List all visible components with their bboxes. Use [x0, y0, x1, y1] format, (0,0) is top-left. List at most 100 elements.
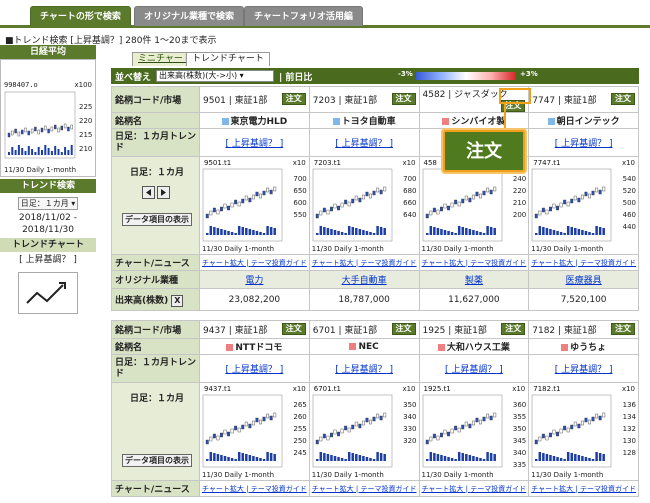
news-links[interactable]: チャート拡大 | テーマ投資ガイド: [199, 254, 310, 271]
trend-link[interactable]: [ 上昇基調？ ]: [199, 354, 310, 383]
order-button[interactable]: 注文: [281, 93, 306, 105]
volume-bar: [545, 454, 549, 461]
trend-link[interactable]: [ 上昇基調？ ]: [199, 128, 310, 157]
news-links[interactable]: チャート拡大 | テーマ投資ガイド: [199, 480, 310, 497]
volume-bar: [17, 145, 20, 155]
tick-label: 700: [293, 175, 307, 183]
news-links[interactable]: チャート拡大 | テーマ投資ガイド: [418, 254, 530, 271]
news-links[interactable]: チャート拡大 | テーマ投資ガイド: [308, 254, 420, 271]
close-icon[interactable]: X: [171, 294, 184, 307]
volume-bar: [592, 233, 595, 235]
volume-bar: [241, 453, 244, 461]
tab-original-industry-search[interactable]: オリジナル業種で検索: [134, 6, 245, 26]
candle: [54, 124, 57, 130]
callout-connector: [504, 104, 514, 130]
order-callout[interactable]: 注文: [441, 128, 527, 174]
volume-bar: [315, 233, 319, 235]
volume-bar: [8, 152, 10, 155]
mini-chart[interactable]: 6701.t1 x10 11/30 Daily 1-month 350 340 330 32…: [308, 382, 420, 481]
trend-link[interactable]: [ 上昇基調？ ]: [528, 354, 639, 383]
candle: [212, 433, 216, 439]
order-button[interactable]: 注文: [611, 93, 635, 105]
trend-link[interactable]: [ 上昇基調？ ]: [308, 128, 420, 157]
tick-label: 550: [293, 211, 307, 219]
stock-name[interactable]: NTTドコモ: [199, 338, 310, 355]
prev-arrow-button[interactable]: [142, 186, 155, 199]
volume-bar: [577, 229, 581, 235]
mini-chart[interactable]: 7203.t1 x10 11/30 Daily 1-month 700 680 660 64…: [308, 156, 420, 255]
row-label-code: 銘柄コード/市場: [111, 320, 200, 339]
trend-link[interactable]: [ 上昇基調？ ]: [308, 354, 420, 383]
mini-chart[interactable]: 7747.t1 x10 11/30 Daily 1-month 540 520 500 46…: [528, 156, 639, 255]
mini-chart[interactable]: 1925.t1 x10 11/30 Daily 1-month 360 355 350 34…: [418, 382, 530, 481]
mini-chart[interactable]: 9501.t1 x10 11/30 Daily 1-month 700 650 600 55…: [199, 156, 310, 255]
news-links[interactable]: チャート拡大 | テーマ投資ガイド: [418, 480, 530, 497]
stock-name[interactable]: NEC: [308, 338, 420, 355]
candle: [475, 191, 478, 197]
order-button[interactable]: 注文: [501, 323, 526, 335]
mini-chart[interactable]: 9437.t1 x10 11/30 Daily 1-month 265 260 255 25…: [199, 382, 310, 481]
candle: [443, 203, 446, 209]
candle: [223, 429, 227, 435]
volume-bar: [482, 459, 485, 461]
stock-grid-bottom: 銘柄コード/市場 9437 | 東証1部 注文 6701 | 東証1部 注文 192…: [111, 320, 639, 497]
trend-chart-thumbnail[interactable]: [18, 272, 78, 314]
volume-bar: [266, 226, 269, 235]
volume-bar: [485, 452, 489, 461]
stock-name[interactable]: 朝日インテック: [528, 112, 639, 129]
volume-bar: [322, 453, 326, 461]
tick-label: 650: [293, 187, 307, 195]
order-button[interactable]: 注文: [391, 93, 416, 105]
trend-link[interactable]: [ 上昇基調？ ]: [528, 128, 639, 157]
trend-link[interactable]: [ 上昇基調？ ]: [418, 354, 530, 383]
volume-bar: [337, 457, 340, 461]
industry-link[interactable]: 電力: [199, 270, 310, 289]
tick-label: 660: [403, 199, 417, 207]
tab-chartfolio-guide[interactable]: チャートフォリオ活用編: [244, 6, 363, 26]
period-select[interactable]: 日足：１カ月 ▾: [18, 197, 78, 210]
volume-bar: [560, 232, 563, 235]
stock-name[interactable]: 大和ハウス工業: [418, 338, 530, 355]
candle: [538, 210, 542, 216]
next-arrow-button[interactable]: [157, 186, 170, 199]
news-links[interactable]: チャート拡大 | テーマ投資ガイド: [528, 254, 639, 271]
candle: [237, 427, 241, 433]
tab-chart-shape-search[interactable]: チャートの形で検索: [30, 6, 131, 26]
tick-label: 540: [622, 175, 636, 183]
order-button[interactable]: 注文: [391, 323, 416, 335]
index-title: 日経平均: [0, 45, 96, 59]
news-links[interactable]: チャート拡大 | テーマ投資ガイド: [308, 480, 420, 497]
volume-bar: [584, 457, 588, 461]
volume-bar: [273, 454, 276, 461]
candle: [30, 128, 34, 134]
index-chart[interactable]: 998407.o x100 225 220 215 210 11/30 Daily 1…: [0, 59, 96, 177]
data-items-button[interactable]: データ項目の表示: [122, 213, 192, 226]
order-button[interactable]: 注文: [611, 323, 635, 335]
volume-bar: [478, 458, 482, 461]
candle: [248, 423, 252, 429]
volume-bar: [319, 226, 322, 235]
sort-select[interactable]: 出来高(株数)(大->小) ▾: [156, 70, 274, 82]
industry-link[interactable]: 大手自動車: [308, 270, 420, 289]
mini-chart[interactable]: 7182.t1 x10 11/30 Daily 1-month 136 134 132 13…: [528, 382, 639, 481]
tab-trend-chart[interactable]: トレンドチャート: [186, 52, 270, 66]
volume-bar: [549, 229, 552, 235]
volume-bar: [326, 228, 329, 235]
candle: [489, 189, 493, 195]
industry-link[interactable]: 医療器具: [528, 270, 639, 289]
candle: [535, 439, 538, 445]
stock-name[interactable]: トヨタ自動車: [308, 112, 420, 129]
candle: [336, 431, 340, 437]
volume-bar: [322, 227, 326, 235]
volume-bar: [37, 147, 40, 155]
order-button[interactable]: 注文: [281, 323, 306, 335]
industry-link[interactable]: 製薬: [418, 270, 530, 289]
candle: [375, 187, 379, 193]
stock-name[interactable]: ゆうちょ: [528, 338, 639, 355]
volume-bar: [248, 229, 252, 235]
stock-name[interactable]: 東京電力HLD: [199, 112, 310, 129]
news-links[interactable]: チャート拡大 | テーマ投資ガイド: [528, 480, 639, 497]
candle: [244, 195, 248, 201]
volume-bar: [333, 456, 336, 461]
data-items-button[interactable]: データ項目の表示: [122, 454, 192, 467]
